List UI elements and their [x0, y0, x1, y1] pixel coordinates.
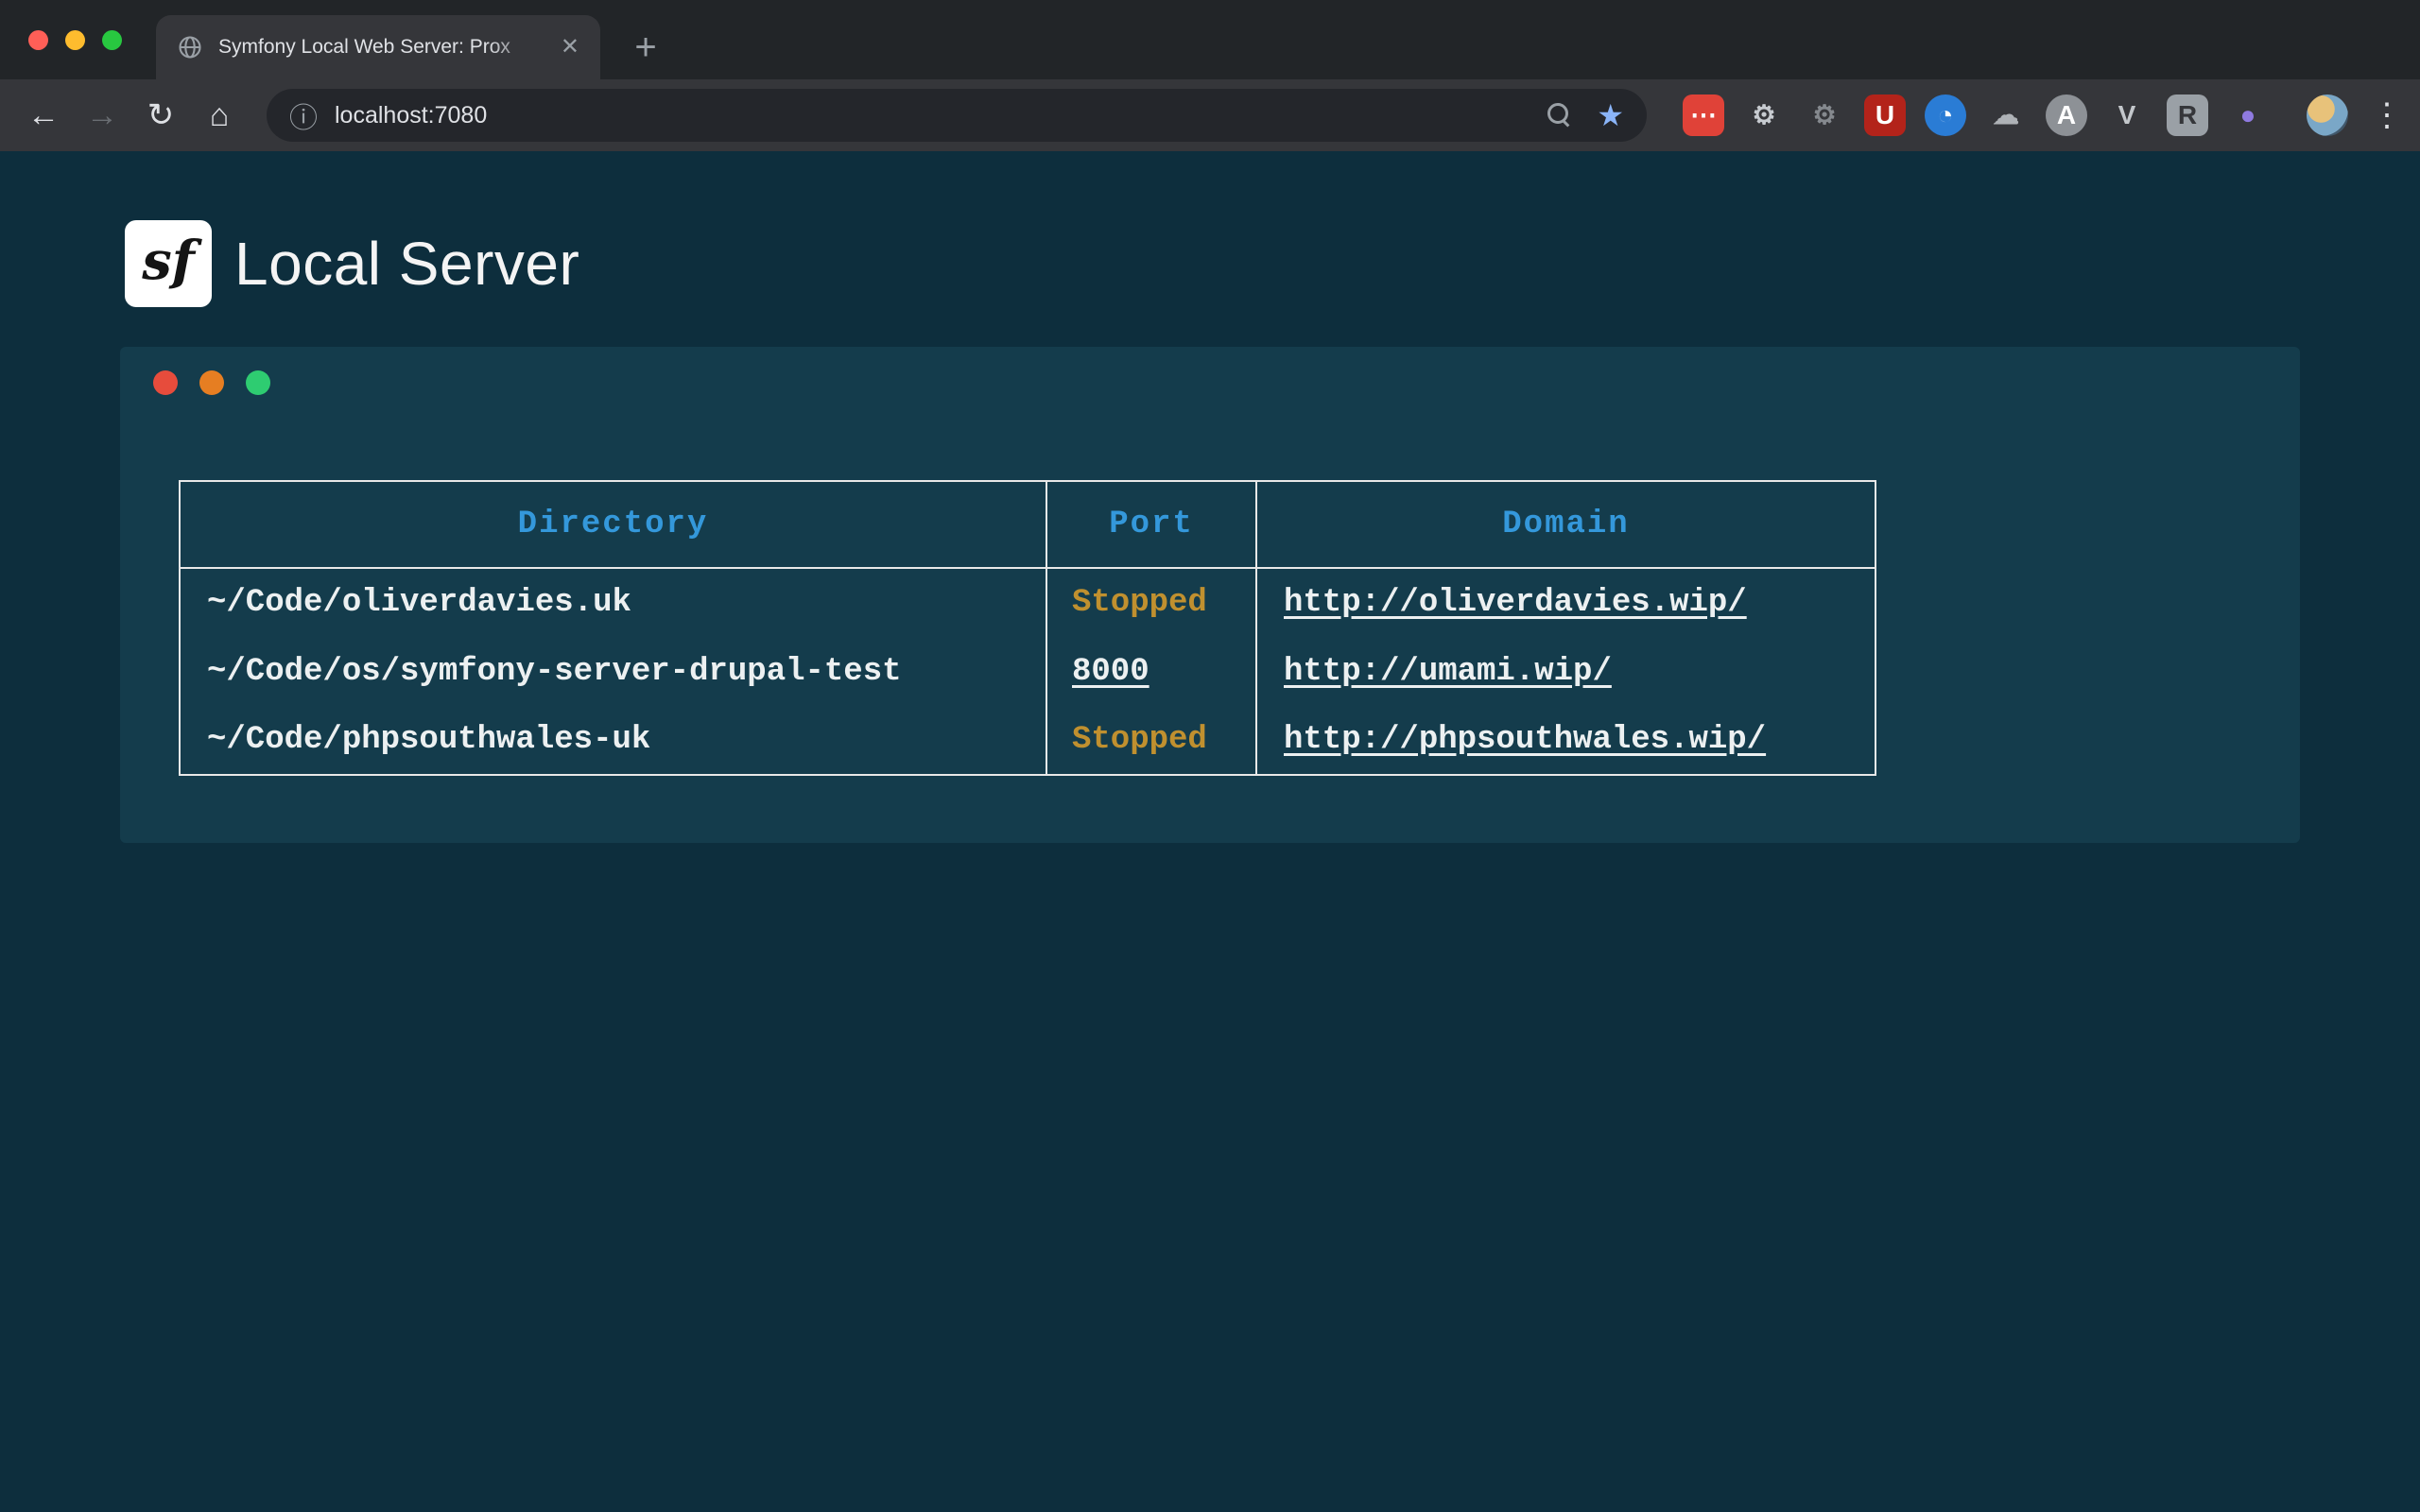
page-content: sf Local Server Directory Port Domain ~/… — [0, 151, 2420, 1512]
terminal-dot-green-icon — [246, 370, 270, 395]
blue-circle-extension-icon[interactable]: ◔ — [1925, 94, 1966, 136]
page-title: Local Server — [234, 220, 579, 307]
red-dots-extension-icon[interactable]: ⋯ — [1683, 94, 1724, 136]
zoom-indicator-icon[interactable] — [1547, 103, 1572, 128]
directory-path: ~/Code/os/symfony-server-drupal-test — [207, 654, 902, 690]
new-tab-button[interactable]: + — [619, 21, 672, 74]
reload-icon[interactable]: ↻ — [140, 94, 182, 136]
terminal-window-dots — [153, 370, 270, 395]
port-status: Stopped — [1072, 722, 1207, 758]
window-zoom-button[interactable] — [102, 30, 122, 50]
globe-favicon-icon — [177, 34, 203, 60]
forward-icon[interactable]: → — [81, 94, 123, 136]
site-info-icon[interactable]: ⓘ — [289, 94, 318, 136]
terminal-dot-orange-icon — [199, 370, 224, 395]
cloud-extension-icon[interactable]: ☁ — [1985, 94, 2027, 136]
url-text[interactable]: localhost:7080 — [335, 102, 1547, 129]
tab-close-icon[interactable]: ✕ — [561, 36, 579, 59]
address-bar[interactable]: ⓘ localhost:7080 ★ — [267, 89, 1647, 142]
back-icon[interactable]: ← — [23, 94, 64, 136]
port-link[interactable]: 8000 — [1072, 654, 1150, 690]
window-close-button[interactable] — [28, 30, 48, 50]
profile-avatar[interactable] — [2307, 94, 2348, 136]
chrome-menu-icon[interactable]: ⋮ — [2371, 96, 2403, 134]
gray-square-extension-icon[interactable]: R — [2167, 94, 2208, 136]
column-header-domain: Domain — [1256, 481, 1876, 568]
gear-light-extension-icon[interactable]: ⚙ — [1743, 94, 1785, 136]
port-status: Stopped — [1072, 585, 1207, 621]
column-header-port: Port — [1046, 481, 1256, 568]
tab-strip: Symfony Local Web Server: Prox ✕ + — [0, 0, 2420, 79]
terminal-dot-red-icon — [153, 370, 178, 395]
window-minimize-button[interactable] — [65, 30, 85, 50]
browser-toolbar: ← → ↻ ⌂ ⓘ localhost:7080 ★ ⋯ ⚙ ⚙ U ◔ ☁ A… — [0, 79, 2420, 151]
tab-title: Symfony Local Web Server: Prox — [218, 36, 545, 59]
ublock-extension-icon[interactable]: U — [1864, 94, 1906, 136]
column-header-directory: Directory — [180, 481, 1046, 568]
table-row: ~/Code/phpsouthwales-uk Stopped http://p… — [180, 706, 1876, 775]
window-controls — [28, 30, 122, 50]
domain-link[interactable]: http://oliverdavies.wip/ — [1284, 585, 1747, 621]
domain-link[interactable]: http://umami.wip/ — [1284, 654, 1612, 690]
letter-a-extension-icon[interactable]: A — [2046, 94, 2087, 136]
table-row: ~/Code/os/symfony-server-drupal-test 800… — [180, 637, 1876, 706]
symfony-logo: sf — [125, 220, 212, 307]
directory-path: ~/Code/oliverdavies.uk — [207, 585, 631, 621]
table-row: ~/Code/oliverdavies.uk Stopped http://ol… — [180, 568, 1876, 637]
home-icon[interactable]: ⌂ — [199, 94, 240, 136]
octocat-extension-icon[interactable]: ● — [2227, 94, 2269, 136]
letter-v-extension-icon[interactable]: V — [2106, 94, 2148, 136]
table-header-row: Directory Port Domain — [180, 481, 1876, 568]
extensions-bar: ⋯ ⚙ ⚙ U ◔ ☁ A V R ● — [1683, 94, 2269, 136]
servers-table: Directory Port Domain ~/Code/oliverdavie… — [179, 480, 1876, 776]
symfony-logo-glyph: sf — [142, 230, 195, 292]
directory-path: ~/Code/phpsouthwales-uk — [207, 722, 650, 758]
browser-tab[interactable]: Symfony Local Web Server: Prox ✕ — [156, 15, 600, 79]
gear-dark-extension-icon[interactable]: ⚙ — [1804, 94, 1845, 136]
domain-link[interactable]: http://phpsouthwales.wip/ — [1284, 722, 1766, 758]
bookmark-star-icon[interactable]: ★ — [1597, 100, 1624, 130]
server-panel: Directory Port Domain ~/Code/oliverdavie… — [120, 347, 2300, 843]
